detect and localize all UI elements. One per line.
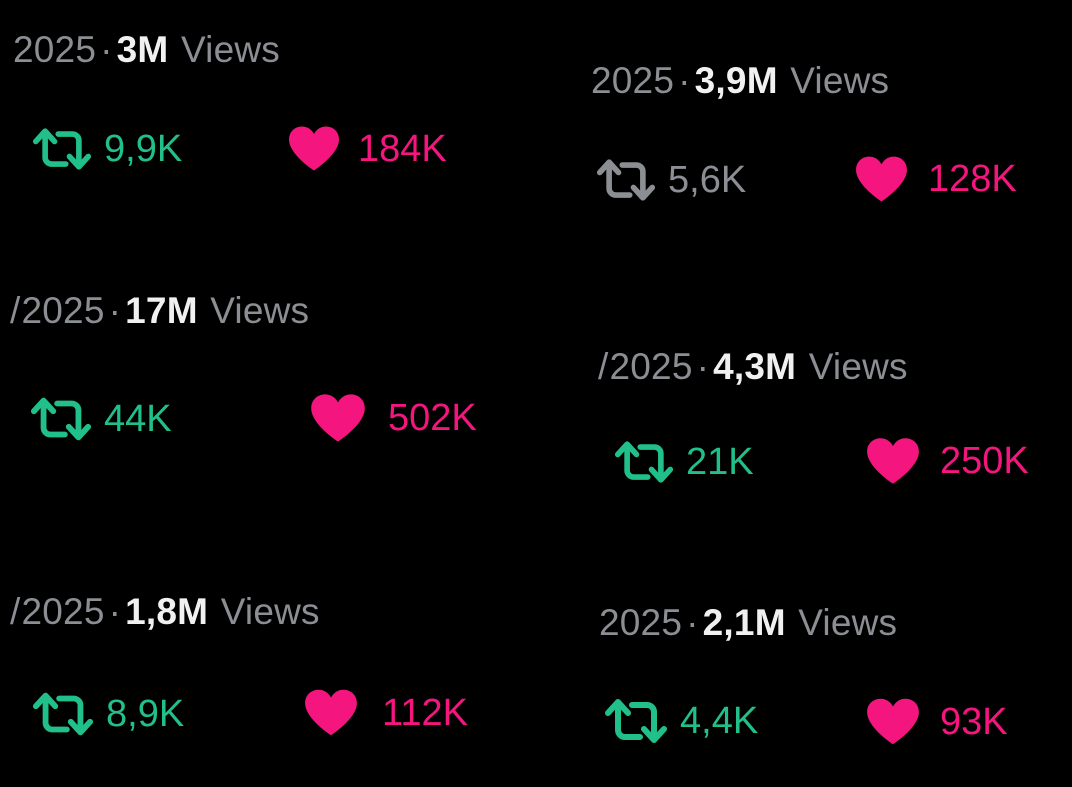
like-count: 250K <box>940 440 1029 482</box>
heart-icon <box>853 154 910 204</box>
like-count: 502K <box>388 397 477 439</box>
retweet-icon <box>596 158 656 202</box>
retweet-icon <box>30 396 92 442</box>
views-label: Views <box>180 29 280 70</box>
heart-icon <box>864 696 922 747</box>
views-label: Views <box>220 591 320 632</box>
separator-dot: · <box>100 29 113 70</box>
separator-dot: · <box>108 290 122 331</box>
retweet-count: 5,6K <box>668 159 747 201</box>
view-count: 17M <box>125 290 198 331</box>
like-button[interactable]: 184K <box>286 124 447 173</box>
separator-dot: · <box>108 591 122 632</box>
retweet-button[interactable]: 5,6K <box>596 158 746 202</box>
post-meta: /2025 · 17M Views <box>10 292 309 329</box>
like-count: 112K <box>382 691 468 734</box>
retweet-icon <box>604 698 668 744</box>
retweet-button[interactable]: 44K <box>30 396 172 442</box>
view-count: 3,9M <box>694 60 778 101</box>
retweet-button[interactable]: 9,9K <box>32 127 182 171</box>
heart-icon <box>302 687 360 738</box>
retweet-button[interactable]: 4,4K <box>604 698 758 744</box>
retweet-button[interactable]: 21K <box>614 440 754 484</box>
post-year: 2025 <box>599 602 683 643</box>
separator-dot: · <box>686 602 699 643</box>
views-label: Views <box>798 602 898 643</box>
post-year: 2025 <box>13 29 97 70</box>
views-label: Views <box>808 346 908 387</box>
like-count: 184K <box>358 127 447 170</box>
post-year: 2025 <box>21 290 105 331</box>
views-label: Views <box>210 290 310 331</box>
post-meta: 2025 · 3,9M Views <box>590 62 889 99</box>
retweet-icon <box>614 440 674 484</box>
retweet-icon <box>32 127 92 171</box>
post-meta: 2025 · 2,1M Views <box>598 604 897 641</box>
retweet-count: 4,4K <box>680 700 759 742</box>
leading-mark: / <box>10 591 21 632</box>
retweet-count: 9,9K <box>104 128 183 170</box>
like-count: 93K <box>940 700 1008 743</box>
retweet-button[interactable]: 8,9K <box>32 691 184 737</box>
leading-mark: / <box>598 346 609 387</box>
post-year: 2025 <box>21 591 105 632</box>
view-count: 2,1M <box>702 602 786 643</box>
separator-dot: · <box>678 60 691 101</box>
retweet-count: 44K <box>104 398 172 440</box>
views-label: Views <box>790 60 890 101</box>
leading-mark: / <box>10 290 21 331</box>
post-meta: /2025 · 4,3M Views <box>598 348 908 385</box>
like-button[interactable]: 128K <box>853 154 1017 204</box>
heart-icon <box>308 392 368 444</box>
like-button[interactable]: 250K <box>864 436 1029 486</box>
like-count: 128K <box>928 158 1017 200</box>
post-meta: 2025 · 3M Views <box>12 31 280 68</box>
view-count: 4,3M <box>713 346 797 387</box>
retweet-count: 21K <box>686 441 754 483</box>
like-button[interactable]: 93K <box>864 696 1008 747</box>
post-year: 2025 <box>591 60 675 101</box>
like-button[interactable]: 502K <box>308 392 477 444</box>
retweet-count: 8,9K <box>106 693 185 735</box>
separator-dot: · <box>696 346 710 387</box>
retweet-icon <box>32 691 94 737</box>
view-count: 3M <box>116 29 169 70</box>
post-meta: /2025 · 1,8M Views <box>10 593 320 630</box>
like-button[interactable]: 112K <box>302 687 468 738</box>
post-year: 2025 <box>609 346 693 387</box>
heart-icon <box>864 436 922 486</box>
view-count: 1,8M <box>125 591 209 632</box>
heart-icon <box>286 124 342 173</box>
